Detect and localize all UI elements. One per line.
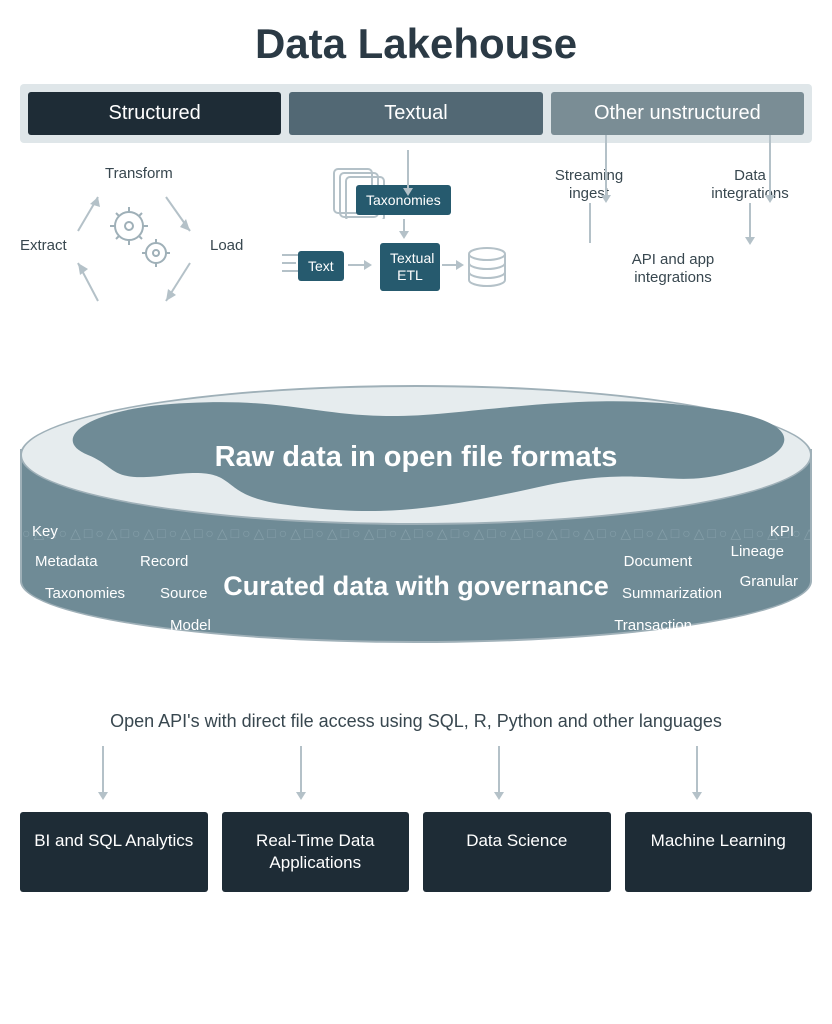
term-kpi: KPI <box>770 523 794 540</box>
textual-etl-box: Textual ETL <box>380 243 440 291</box>
api-description: Open API's with direct file access using… <box>20 711 812 732</box>
ingest-row: Transform Load Extract Taxonomie <box>20 161 812 351</box>
arrow-to-ml <box>689 746 737 802</box>
streaming-label: Streaming ingest <box>544 167 634 203</box>
tab-textual: Textual <box>289 92 542 135</box>
term-document: Document <box>624 553 692 570</box>
database-icon <box>465 246 509 290</box>
structured-column: Transform Load Extract <box>20 161 270 351</box>
text-box: Text <box>298 251 344 281</box>
bottom-arrows-row <box>20 746 812 802</box>
term-transaction: Transaction <box>614 617 692 634</box>
term-record: Record <box>140 553 188 570</box>
arrow-streaming-down <box>582 203 598 251</box>
gears-icon <box>104 201 184 281</box>
term-model: Model <box>170 617 211 634</box>
box-data-science: Data Science <box>423 812 611 892</box>
arrow-to-bi <box>95 746 143 802</box>
api-app-label: API and app integrations <box>618 251 728 287</box>
arrow-taxonomies-down <box>390 219 418 241</box>
arrow-to-lake-2 <box>598 135 614 205</box>
term-key: Key <box>32 523 58 540</box>
arrow-to-realtime <box>293 746 341 802</box>
tab-structured: Structured <box>28 92 281 135</box>
tab-other: Other unstructured <box>551 92 804 135</box>
tabs-container: Structured Textual Other unstructured <box>20 84 812 143</box>
page-title: Data Lakehouse <box>0 0 832 84</box>
arrow-to-lake-3 <box>762 135 778 205</box>
consumption-boxes: BI and SQL Analytics Real-Time Data Appl… <box>20 812 812 892</box>
arrow-to-lake-1 <box>400 150 416 198</box>
box-bi-analytics: BI and SQL Analytics <box>20 812 208 892</box>
arrow-text-right <box>348 257 374 273</box>
arrow-dataint-down <box>742 203 758 247</box>
raw-data-title: Raw data in open file formats <box>20 441 812 474</box>
lakehouse-cylinder: ○△□○△□○△□○△□○△□○△□○△□○△□○△□○△□○△□○△□○△□○… <box>20 385 812 685</box>
box-machine-learning: Machine Learning <box>625 812 813 892</box>
data-integrations-label: Data integrations <box>700 167 800 203</box>
arrow-etl-right <box>442 257 466 273</box>
box-realtime-apps: Real-Time Data Applications <box>222 812 410 892</box>
term-metadata: Metadata <box>35 553 98 570</box>
term-lineage: Lineage <box>731 543 784 560</box>
arrow-to-datasci <box>491 746 539 802</box>
curated-title: Curated data with governance <box>20 571 812 602</box>
